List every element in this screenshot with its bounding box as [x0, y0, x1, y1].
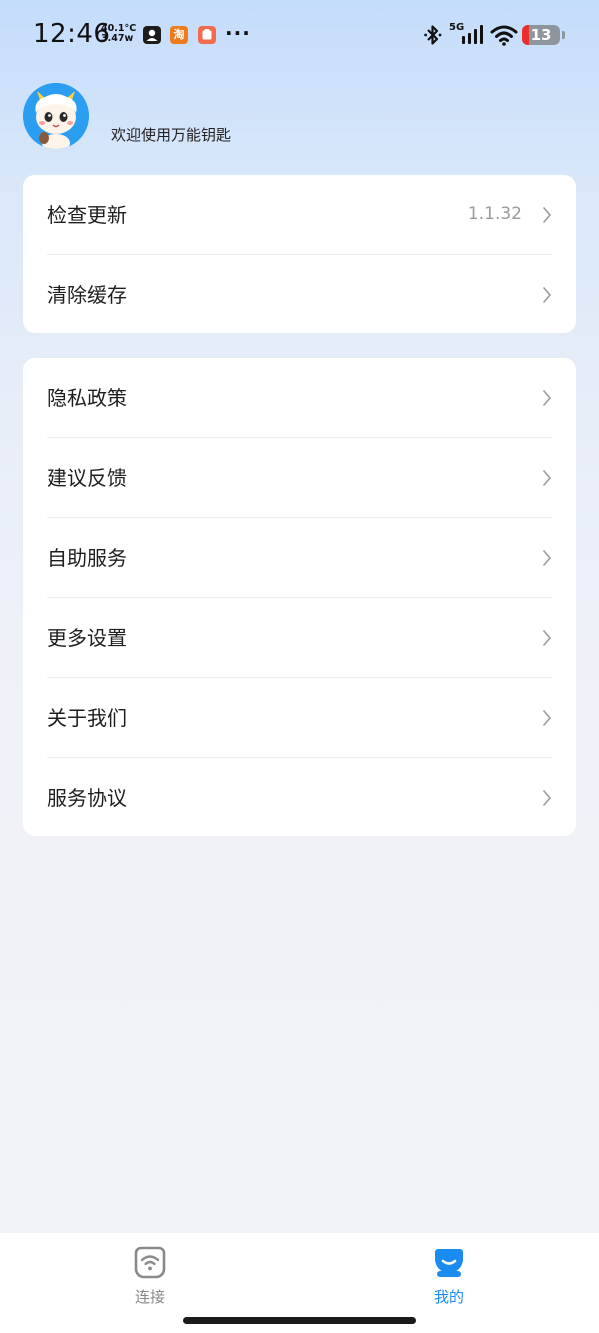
home-indicator[interactable] — [183, 1317, 416, 1324]
chevron-right-icon — [543, 287, 551, 303]
wifi-connect-icon — [134, 1246, 166, 1279]
app-version-value: 1.1.32 — [467, 204, 522, 224]
more-settings-row[interactable]: 更多设置 — [47, 598, 552, 678]
battery-level-text: 13 — [530, 26, 552, 44]
tab-mine-label: 我的 — [433, 1288, 464, 1306]
battery-tip — [562, 31, 565, 39]
feedback-label: 建议反馈 — [47, 466, 127, 490]
taobao-notification-icon: 淘 — [170, 26, 188, 44]
more-settings-label: 更多设置 — [47, 626, 127, 650]
privacy-policy-label: 隐私政策 — [47, 386, 127, 410]
status-device-stats: 40.1°C 3.47w — [101, 24, 136, 44]
service-agreement-label: 服务协议 — [47, 786, 127, 810]
chevron-right-icon — [543, 790, 551, 806]
chevron-right-icon — [543, 630, 551, 646]
notification-app-icon-red — [198, 26, 216, 44]
chevron-right-icon — [543, 710, 551, 726]
tab-connect[interactable]: 连接 — [70, 1233, 230, 1313]
feedback-row[interactable]: 建议反馈 — [47, 438, 552, 518]
wifi-signal-icon — [490, 25, 518, 46]
check-update-label: 检查更新 — [47, 203, 127, 227]
settings-group-general: 检查更新 1.1.32 清除缓存 — [23, 175, 576, 333]
mascot-avatar-icon — [23, 83, 89, 149]
avatar[interactable] — [23, 83, 89, 149]
privacy-policy-row[interactable]: 隐私政策 — [47, 358, 552, 438]
clear-cache-label: 清除缓存 — [47, 283, 127, 307]
cellular-signal-icon — [462, 25, 483, 44]
profile-icon — [435, 1249, 463, 1277]
tab-mine[interactable]: 我的 — [369, 1233, 529, 1313]
self-service-label: 自助服务 — [47, 546, 127, 570]
status-bar: 12:46 40.1°C 3.47w 淘 ··· 5G 13 — [0, 0, 599, 70]
notification-app-icon — [143, 26, 161, 44]
chevron-right-icon — [543, 550, 551, 566]
more-notifications-icon: ··· — [225, 21, 251, 45]
chevron-right-icon — [543, 207, 551, 223]
chevron-right-icon — [543, 390, 551, 406]
check-update-row[interactable]: 检查更新 1.1.32 — [47, 175, 552, 255]
bluetooth-icon — [424, 25, 442, 45]
settings-group-info: 隐私政策 建议反馈 自助服务 更多设置 关于我们 服务协议 — [23, 358, 576, 836]
battery-icon: 13 — [522, 25, 560, 45]
tab-connect-label: 连接 — [134, 1288, 165, 1306]
service-agreement-row[interactable]: 服务协议 — [47, 758, 552, 838]
about-us-label: 关于我们 — [47, 706, 127, 730]
status-power: 3.47w — [101, 33, 134, 44]
status-time: 12:46 — [33, 19, 111, 49]
chevron-right-icon — [543, 470, 551, 486]
about-us-row[interactable]: 关于我们 — [47, 678, 552, 758]
self-service-row[interactable]: 自助服务 — [47, 518, 552, 598]
clear-cache-row[interactable]: 清除缓存 — [47, 255, 552, 335]
welcome-text: 欢迎使用万能钥匙 — [111, 126, 232, 144]
